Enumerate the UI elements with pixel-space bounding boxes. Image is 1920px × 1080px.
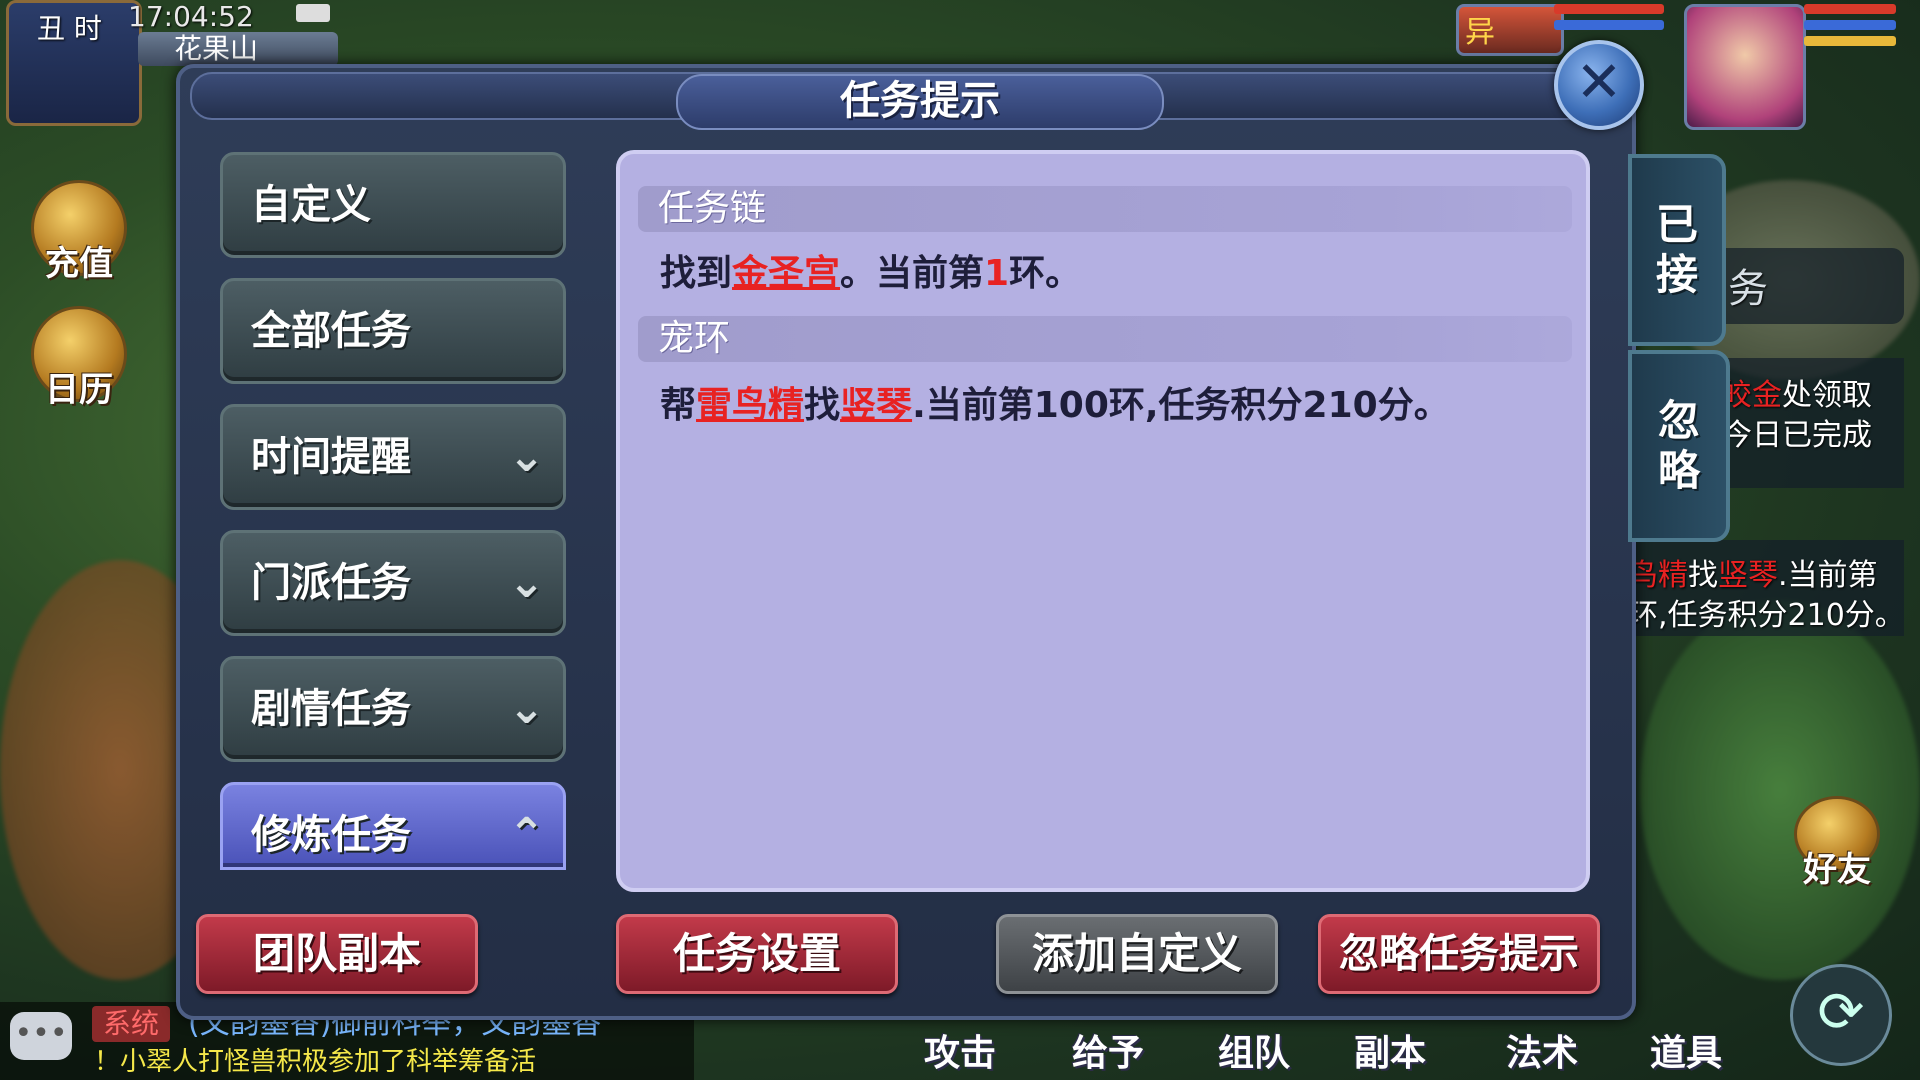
shichen-label: 丑 时: [37, 12, 102, 45]
tab-story-tasks[interactable]: 剧情任务 ⌄: [220, 656, 566, 762]
location-link-jinshenggong[interactable]: 金圣宫: [732, 253, 840, 294]
tab-ignore[interactable]: 忽略: [1628, 350, 1730, 542]
menu-magic[interactable]: 法术: [1506, 1024, 1578, 1076]
chevron-down-icon: ⌄: [508, 557, 545, 608]
tab-accepted[interactable]: 已接: [1628, 154, 1726, 346]
section-heading-task-chain: 任务链: [638, 186, 1572, 232]
hp-bar: [1804, 4, 1896, 14]
team-dungeon-button[interactable]: 团队副本: [196, 914, 478, 994]
clock-text: 17:04:52: [128, 0, 254, 33]
tracker-line2: 今日已完成: [1722, 418, 1872, 453]
add-custom-button[interactable]: 添加自定义: [996, 914, 1278, 994]
close-icon: ✕: [1575, 50, 1623, 115]
tracker-line4: 环,任务积分210分。: [1628, 598, 1905, 633]
item-link-shuqin[interactable]: 竖琴: [840, 385, 912, 426]
section-heading-pet-ring: 宠环: [638, 316, 1572, 362]
tab-sect-tasks-label: 门派任务: [251, 560, 411, 606]
task-content-panel: 任务链 找到金圣宫。当前第1环。 宠环 帮雷鸟精找竖琴.当前第100环,任务积分…: [616, 150, 1590, 892]
friends-button[interactable]: 好友: [1782, 796, 1892, 891]
ignore-hint-button[interactable]: 忽略任务提示: [1318, 914, 1600, 994]
dialog-title: 任务提示: [676, 74, 1164, 130]
npc-link-leiniaojing[interactable]: 雷鸟精: [696, 385, 804, 426]
menu-items[interactable]: 道具: [1650, 1024, 1722, 1076]
tab-time-reminder-label: 时间提醒: [251, 434, 411, 480]
ring-number: 1: [984, 253, 1010, 294]
player-avatar[interactable]: [1684, 4, 1806, 130]
tab-ignore-label: 忽略: [1658, 395, 1701, 495]
calendar-label: 日历: [45, 370, 113, 410]
menu-attack[interactable]: 攻击: [924, 1024, 996, 1076]
chat-channel-tag: 系统: [92, 1006, 170, 1042]
tab-custom-label: 自定义: [251, 182, 371, 228]
recharge-label: 充值: [45, 244, 113, 284]
battery-icon: [296, 4, 330, 22]
close-button[interactable]: ✕: [1554, 40, 1644, 130]
chevron-up-icon: ⌃: [508, 809, 545, 860]
menu-team[interactable]: 组队: [1218, 1024, 1290, 1076]
chevron-down-icon: ⌄: [508, 683, 545, 734]
tab-all-tasks[interactable]: 全部任务: [220, 278, 566, 384]
refresh-icon[interactable]: ⟳: [1790, 964, 1892, 1066]
exp-bar: [1804, 36, 1896, 46]
map-name[interactable]: 花果山: [138, 32, 338, 66]
pet-status-bars: [1554, 4, 1664, 36]
tab-custom[interactable]: 自定义: [220, 152, 566, 258]
menu-dungeon[interactable]: 副本: [1354, 1024, 1426, 1076]
tab-training-tasks-label: 修炼任务: [251, 812, 411, 858]
background-grass: [1640, 600, 1920, 980]
task-settings-button[interactable]: 任务设置: [616, 914, 898, 994]
task-hint-dialog: 任务提示 自定义 全部任务 时间提醒 ⌄ 门派任务 ⌄ 剧情任务 ⌄ 修炼任务 …: [176, 64, 1636, 1020]
chevron-down-icon: ⌄: [508, 431, 545, 482]
dialog-titlebar: 任务提示: [190, 72, 1618, 130]
pet-avatar[interactable]: 异: [1456, 4, 1564, 56]
pet-ring-text: 帮雷鸟精找竖琴.当前第100环,任务积分210分。: [660, 385, 1450, 426]
task-chain-text: 找到金圣宫。当前第1环。: [660, 253, 1082, 294]
tracker-tab-stub: 务: [1728, 266, 1768, 312]
tab-time-reminder[interactable]: 时间提醒 ⌄: [220, 404, 566, 510]
friends-label: 好友: [1803, 850, 1871, 890]
tab-accepted-label: 已接: [1656, 199, 1699, 299]
pet-tag: 异: [1465, 15, 1495, 50]
tracker-line1: 皎金处领取: [1722, 378, 1872, 413]
pet-hp-bar: [1554, 4, 1664, 14]
calendar-button[interactable]: 日历: [24, 306, 134, 411]
player-status-bars: [1804, 4, 1896, 52]
time-indicator-panel[interactable]: 丑 时: [6, 0, 142, 126]
tab-training-tasks[interactable]: 修炼任务 ⌃: [220, 782, 566, 870]
menu-give[interactable]: 给予: [1072, 1024, 1144, 1076]
tracker-line3: 鸟精找竖琴.当前第: [1628, 558, 1878, 593]
chat-message-2: ！小翠人打怪兽积极参加了科举筹备活: [94, 1047, 537, 1077]
mp-bar: [1804, 20, 1896, 30]
tab-sect-tasks[interactable]: 门派任务 ⌄: [220, 530, 566, 636]
recharge-button[interactable]: 充值: [24, 180, 134, 285]
tab-all-tasks-label: 全部任务: [251, 308, 411, 354]
chat-bubble-icon[interactable]: •••: [10, 1012, 72, 1060]
tab-story-tasks-label: 剧情任务: [251, 686, 411, 732]
pet-mp-bar: [1554, 20, 1664, 30]
